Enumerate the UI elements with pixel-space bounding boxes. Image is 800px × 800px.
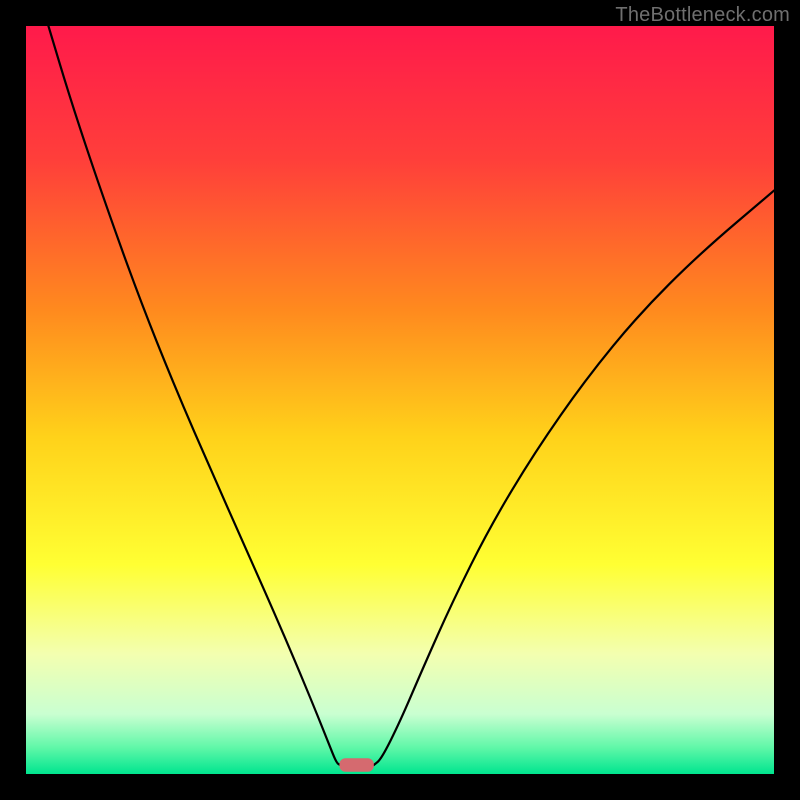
bottleneck-chart (26, 26, 774, 774)
chart-background (26, 26, 774, 774)
watermark-text: TheBottleneck.com (615, 4, 790, 27)
baseline-pill (339, 758, 373, 771)
chart-frame (26, 26, 774, 774)
